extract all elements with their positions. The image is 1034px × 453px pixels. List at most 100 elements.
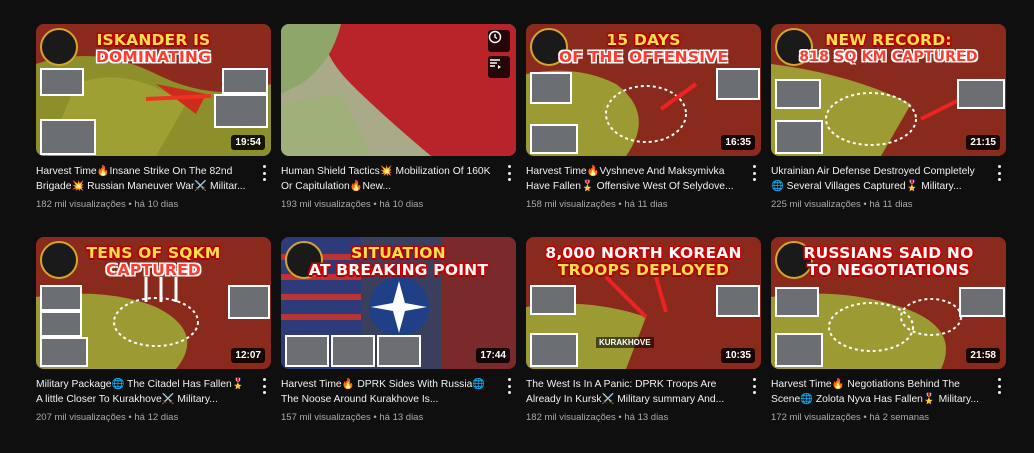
more-actions-icon[interactable] (994, 378, 1004, 394)
inset-photo (775, 79, 821, 109)
video-card[interactable]: RUSSIANS SAID NO TO NEGOTIATIONS 21:58 H… (771, 237, 1006, 423)
video-meta: 172 mil visualizações • há 2 semanas (771, 412, 986, 423)
inset-photo (957, 79, 1005, 109)
video-thumbnail[interactable]: SITUATION AT BREAKING POINT 17:44 (281, 237, 516, 369)
more-actions-icon[interactable] (259, 165, 269, 181)
video-meta: 157 mil visualizações • há 13 dias (281, 412, 496, 423)
more-actions-icon[interactable] (259, 378, 269, 394)
video-thumbnail[interactable]: 8,000 NORTH KOREAN TROOPS DEPLOYED KURAK… (526, 237, 761, 369)
thumbnail-headline-line2: TO NEGOTIATIONS (807, 261, 970, 279)
video-info: Harvest Time🔥Insane Strike On The 82nd B… (36, 156, 271, 210)
duration-badge: 19:54 (231, 135, 265, 150)
thumbnail-headline-line2: 818 SQ KM CAPTURED (799, 49, 978, 65)
more-actions-icon[interactable] (749, 378, 759, 394)
video-card[interactable]: SITUATION AT BREAKING POINT 17:44 Harves… (281, 237, 516, 423)
thumbnail-headline-line2: CAPTURED (106, 261, 201, 279)
thumbnail-headline-line2: OF THE OFFENSIVE (558, 48, 729, 66)
video-title[interactable]: Harvest Time🔥Vyshneve And Maksymivka Hav… (526, 164, 741, 194)
video-title[interactable]: The West Is In A Panic: DPRK Troops Are … (526, 377, 741, 407)
more-actions-icon[interactable] (504, 165, 514, 181)
upload-age: há 2 semanas (869, 412, 930, 423)
inset-photo (775, 333, 823, 367)
video-info: Military Package🌐 The Citadel Has Fallen… (36, 369, 271, 423)
thumbnail-headline-line2: DOMINATING (95, 48, 212, 66)
inset-photo (40, 68, 84, 96)
video-card[interactable]: Human Shield Tactics💥 Mobilization Of 16… (281, 24, 516, 210)
video-thumbnail[interactable]: TENS OF SQKM CAPTURED 12:07 (36, 237, 271, 369)
duration-badge: 21:15 (966, 135, 1000, 150)
thumbnail-headline-line1: 8,000 NORTH KOREAN (545, 244, 742, 262)
video-meta: 207 mil visualizações • há 12 dias (36, 412, 251, 423)
video-card[interactable]: 8,000 NORTH KOREAN TROOPS DEPLOYED KURAK… (526, 237, 761, 423)
video-thumbnail[interactable]: 15 DAYS OF THE OFFENSIVE 16:35 (526, 24, 761, 156)
thumbnail-headline-line1: NEW RECORD: (825, 31, 952, 49)
video-thumbnail[interactable]: ISKANDER IS DOMINATING 19:54 (36, 24, 271, 156)
view-count: 182 mil visualizações (36, 199, 126, 210)
meta-separator: • (373, 412, 377, 423)
meta-separator: • (128, 199, 132, 210)
view-count: 225 mil visualizações (771, 199, 861, 210)
map-town-label: KURAKHOVE (596, 337, 654, 348)
video-card[interactable]: TENS OF SQKM CAPTURED 12:07 Military Pac… (36, 237, 271, 423)
inset-photo (530, 72, 572, 104)
clock-icon[interactable] (488, 30, 510, 52)
video-info: The West Is In A Panic: DPRK Troops Are … (526, 369, 761, 423)
inset-photo (214, 94, 268, 128)
inset-photo (228, 285, 270, 319)
more-actions-icon[interactable] (994, 165, 1004, 181)
video-thumbnail[interactable]: RUSSIANS SAID NO TO NEGOTIATIONS 21:58 (771, 237, 1006, 369)
view-count: 193 mil visualizações (281, 199, 371, 210)
more-actions-icon[interactable] (504, 378, 514, 394)
view-count: 157 mil visualizações (281, 412, 371, 423)
video-info: Harvest Time🔥 DPRK Sides With Russia🌐 Th… (281, 369, 516, 423)
video-title[interactable]: Harvest Time🔥Insane Strike On The 82nd B… (36, 164, 251, 194)
meta-separator: • (618, 199, 622, 210)
meta-separator: • (863, 412, 867, 423)
video-info: Ukrainian Air Defense Destroyed Complete… (771, 156, 1006, 210)
thumbnail-headline-line2: AT BREAKING POINT (308, 261, 489, 279)
thumbnail-headline-line1: ISKANDER IS (96, 31, 211, 49)
video-title[interactable]: Harvest Time🔥 DPRK Sides With Russia🌐 Th… (281, 377, 496, 407)
inset-photo (959, 287, 1005, 317)
video-card[interactable]: ISKANDER IS DOMINATING 19:54 Harvest Tim… (36, 24, 271, 210)
duration-badge: 16:35 (721, 135, 755, 150)
upload-age: há 11 dias (869, 199, 913, 210)
video-info: Harvest Time🔥 Negotiations Behind The Sc… (771, 369, 1006, 423)
duration-badge: 10:35 (721, 348, 755, 363)
inset-photo (716, 68, 760, 100)
video-thumbnail[interactable]: NEW RECORD: 818 SQ KM CAPTURED 21:15 (771, 24, 1006, 156)
inset-photo (285, 335, 329, 367)
video-title[interactable]: Military Package🌐 The Citadel Has Fallen… (36, 377, 251, 407)
video-meta: 182 mil visualizações • há 10 dias (36, 199, 251, 210)
view-count: 182 mil visualizações (526, 412, 616, 423)
inset-photo (40, 285, 82, 311)
view-count: 207 mil visualizações (36, 412, 126, 423)
video-title[interactable]: Human Shield Tactics💥 Mobilization Of 16… (281, 164, 496, 194)
duration-badge: 21:58 (966, 348, 1000, 363)
video-card[interactable]: 15 DAYS OF THE OFFENSIVE 16:35 Harvest T… (526, 24, 761, 210)
video-info: Human Shield Tactics💥 Mobilization Of 16… (281, 156, 516, 210)
thumbnail-headline-line2: TROOPS DEPLOYED (557, 261, 730, 279)
meta-separator: • (618, 412, 622, 423)
video-title[interactable]: Harvest Time🔥 Negotiations Behind The Sc… (771, 377, 986, 407)
inset-photo (40, 311, 82, 337)
upload-age: há 10 dias (134, 199, 179, 210)
inset-photo (716, 285, 760, 317)
video-meta: 182 mil visualizações • há 13 dias (526, 412, 741, 423)
upload-age: há 13 dias (624, 412, 669, 423)
more-actions-icon[interactable] (749, 165, 759, 181)
inset-photo (331, 335, 375, 367)
thumbnail-headline-line1: RUSSIANS SAID NO (803, 244, 974, 262)
view-count: 172 mil visualizações (771, 412, 861, 423)
inset-photo (775, 287, 819, 317)
upload-age: há 11 dias (624, 199, 668, 210)
inset-photo (530, 333, 578, 367)
video-card[interactable]: NEW RECORD: 818 SQ KM CAPTURED 21:15 Ukr… (771, 24, 1006, 210)
thumbnail-headline-line1: SITUATION (351, 244, 446, 262)
inset-photo (530, 124, 578, 154)
video-meta: 193 mil visualizações • há 10 dias (281, 199, 496, 210)
video-thumbnail[interactable] (281, 24, 516, 156)
add-queue-icon[interactable] (488, 56, 510, 78)
video-title[interactable]: Ukrainian Air Defense Destroyed Complete… (771, 164, 986, 194)
map-graphic (281, 24, 516, 156)
